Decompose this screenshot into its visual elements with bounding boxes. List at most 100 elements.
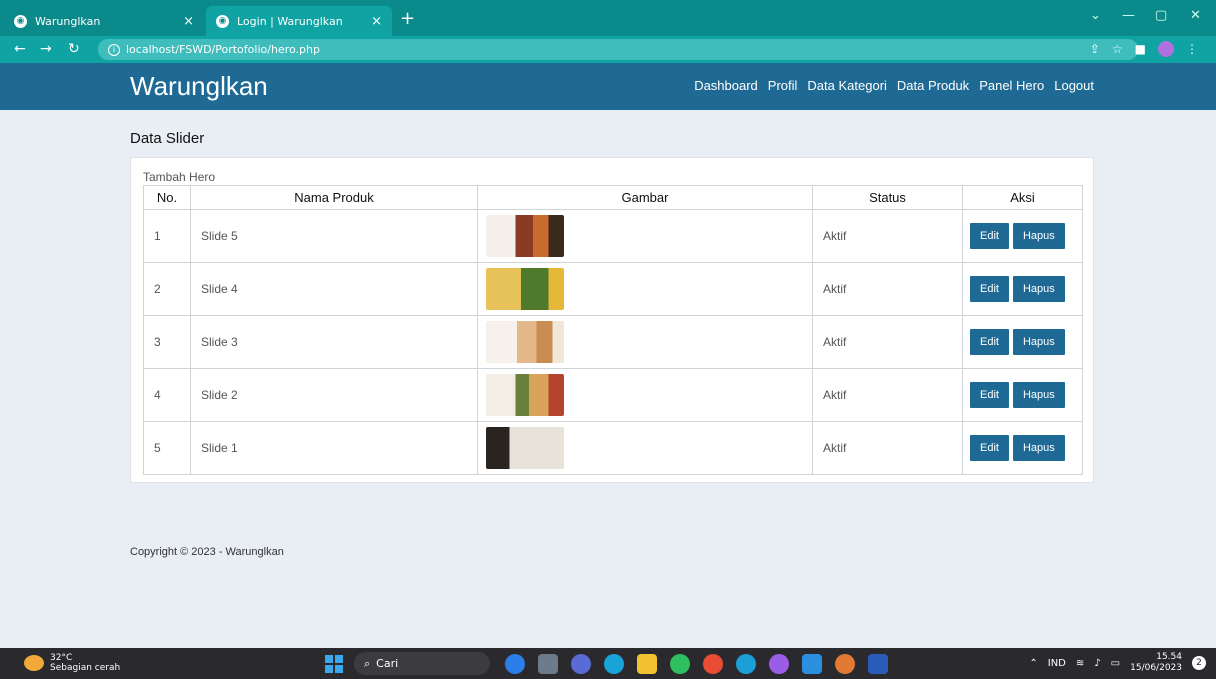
- slide-thumbnail: [486, 215, 564, 257]
- hapus-button[interactable]: Hapus: [1012, 223, 1065, 249]
- minimize-icon[interactable]: —: [1122, 8, 1135, 23]
- footer-copyright: Copyright © 2023 - Warunglkan: [130, 546, 284, 558]
- wifi-icon[interactable]: ≋: [1076, 658, 1084, 669]
- url-input[interactable]: i localhost/FSWD/Portofolio/hero.php: [98, 39, 1138, 60]
- row-actions: Edit Hapus: [962, 315, 1083, 369]
- nav-logout[interactable]: Logout: [1054, 78, 1094, 93]
- info-icon[interactable]: i: [108, 43, 120, 56]
- row-no: 2: [143, 262, 191, 316]
- slide-thumbnail: [486, 374, 564, 416]
- taskbar-apps: [505, 654, 888, 674]
- chrome-icon[interactable]: [769, 654, 789, 674]
- weather-icon: [24, 655, 44, 671]
- close-window-icon[interactable]: ✕: [1190, 8, 1201, 23]
- taskbar-search[interactable]: ⌕ Cari: [354, 652, 490, 675]
- row-nama: Slide 5: [190, 209, 478, 263]
- app-icon[interactable]: [670, 654, 690, 674]
- weather-widget[interactable]: 32°C Sebagian cerah: [24, 653, 120, 673]
- table-row: 2 Slide 4 Aktif Edit Hapus: [143, 262, 1083, 316]
- language-indicator[interactable]: IND: [1048, 658, 1066, 669]
- row-gambar: [477, 421, 813, 475]
- nav-panel-hero[interactable]: Panel Hero: [979, 78, 1044, 93]
- chrome-icon[interactable]: [703, 654, 723, 674]
- table-header-row: No. Nama Produk Gambar Status Aksi: [143, 185, 1083, 210]
- row-status: Aktif: [812, 262, 963, 316]
- word-icon[interactable]: [868, 654, 888, 674]
- table-row: 3 Slide 3 Aktif Edit Hapus: [143, 315, 1083, 369]
- volume-icon[interactable]: ♪: [1094, 658, 1100, 669]
- nav-data-produk[interactable]: Data Produk: [897, 78, 969, 93]
- row-nama: Slide 3: [190, 315, 478, 369]
- app-icon[interactable]: [736, 654, 756, 674]
- main-nav: Dashboard Profil Data Kategori Data Prod…: [694, 78, 1094, 93]
- app-icon[interactable]: [571, 654, 591, 674]
- reload-icon[interactable]: ↻: [68, 41, 80, 57]
- hapus-button[interactable]: Hapus: [1012, 382, 1065, 408]
- nav-data-kategori[interactable]: Data Kategori: [807, 78, 887, 93]
- edit-button[interactable]: Edit: [970, 276, 1009, 302]
- back-icon[interactable]: ←: [14, 41, 26, 57]
- app-icon[interactable]: [538, 654, 558, 674]
- forward-icon[interactable]: →: [40, 41, 52, 57]
- restore-icon[interactable]: ▢: [1155, 8, 1167, 23]
- edge-icon[interactable]: [604, 654, 624, 674]
- slider-card: Tambah Hero No. Nama Produk Gambar Statu…: [130, 157, 1094, 483]
- chrome-icon[interactable]: [835, 654, 855, 674]
- edit-button[interactable]: Edit: [970, 223, 1009, 249]
- col-nama-produk: Nama Produk: [190, 185, 478, 210]
- browser-tab-bar: ◉ Warunglkan × ◉ Login | Warunglkan × + …: [0, 0, 1216, 36]
- globe-icon: ◉: [216, 14, 229, 28]
- row-status: Aktif: [812, 209, 963, 263]
- site-logo[interactable]: Warunglkan: [130, 71, 268, 102]
- slide-thumbnail: [486, 268, 564, 310]
- edit-button[interactable]: Edit: [970, 435, 1009, 461]
- browser-tab-active[interactable]: ◉ Login | Warunglkan ×: [206, 6, 392, 36]
- system-tray: ⌃ IND ≋ ♪ ▭ 15.54 15/06/2023 2: [1029, 652, 1206, 674]
- profile-avatar[interactable]: [1158, 41, 1174, 57]
- hapus-button[interactable]: Hapus: [1012, 276, 1065, 302]
- battery-icon[interactable]: ▭: [1111, 658, 1120, 669]
- nav-profil[interactable]: Profil: [768, 78, 798, 93]
- clock-date: 15/06/2023: [1130, 663, 1182, 673]
- row-nama: Slide 1: [190, 421, 478, 475]
- sidepanel-icon[interactable]: ■: [1135, 42, 1146, 56]
- browser-tab[interactable]: ◉ Warunglkan ×: [4, 6, 204, 36]
- vscode-icon[interactable]: [802, 654, 822, 674]
- notification-badge[interactable]: 2: [1192, 656, 1206, 670]
- url-text: localhost/FSWD/Portofolio/hero.php: [126, 43, 320, 56]
- file-explorer-icon[interactable]: [637, 654, 657, 674]
- tab-label: Warunglkan: [35, 14, 101, 28]
- nav-dashboard[interactable]: Dashboard: [694, 78, 758, 93]
- row-nama: Slide 4: [190, 262, 478, 316]
- weather-desc: Sebagian cerah: [50, 663, 121, 673]
- new-tab-button[interactable]: +: [400, 8, 415, 29]
- edit-button[interactable]: Edit: [970, 382, 1009, 408]
- tab-search-icon[interactable]: ⌄: [1090, 8, 1101, 23]
- row-actions: Edit Hapus: [962, 421, 1083, 475]
- add-hero-link[interactable]: Tambah Hero: [143, 170, 215, 184]
- windows-start-icon[interactable]: [325, 655, 343, 673]
- app-icon[interactable]: [505, 654, 525, 674]
- slide-thumbnail: [486, 321, 564, 363]
- close-tab-icon[interactable]: ×: [183, 14, 194, 29]
- menu-icon[interactable]: ⋮: [1186, 42, 1198, 56]
- row-gambar: [477, 209, 813, 263]
- col-no: No.: [143, 185, 191, 210]
- globe-icon: ◉: [14, 14, 27, 28]
- table-row: 4 Slide 2 Aktif Edit Hapus: [143, 368, 1083, 422]
- site-header: Warunglkan Dashboard Profil Data Kategor…: [0, 63, 1216, 110]
- row-no: 5: [143, 421, 191, 475]
- hapus-button[interactable]: Hapus: [1012, 329, 1065, 355]
- bookmark-star-icon[interactable]: ☆: [1112, 42, 1123, 56]
- clock[interactable]: 15.54 15/06/2023: [1130, 652, 1182, 674]
- row-status: Aktif: [812, 315, 963, 369]
- chevron-up-icon[interactable]: ⌃: [1029, 658, 1037, 669]
- close-tab-icon[interactable]: ×: [371, 14, 382, 29]
- browser-address-bar: ← → ↻ i localhost/FSWD/Portofolio/hero.p…: [0, 36, 1216, 63]
- row-actions: Edit Hapus: [962, 262, 1083, 316]
- clock-time: 15.54: [1156, 652, 1182, 662]
- hapus-button[interactable]: Hapus: [1012, 435, 1065, 461]
- share-icon[interactable]: ⇪: [1090, 42, 1100, 56]
- edit-button[interactable]: Edit: [970, 329, 1009, 355]
- row-actions: Edit Hapus: [962, 368, 1083, 422]
